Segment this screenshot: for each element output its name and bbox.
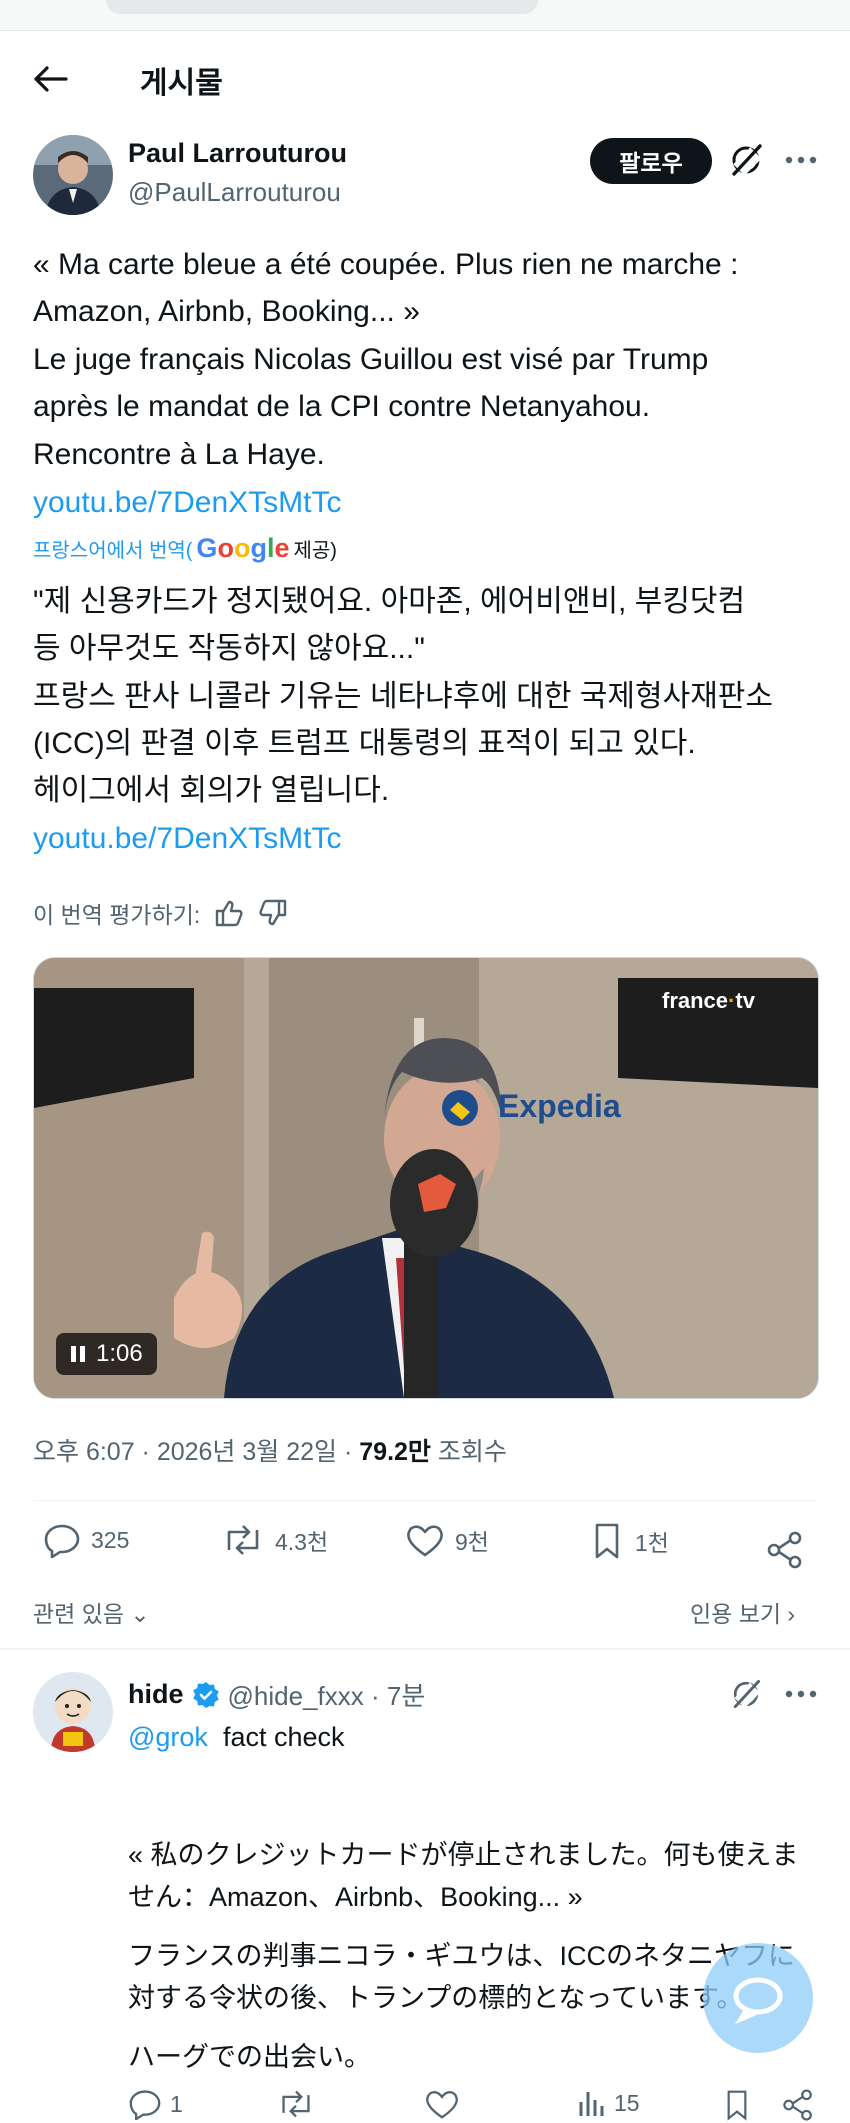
reply-text: fact check (222, 1722, 345, 1752)
reply-icon (129, 2090, 161, 2120)
repost-count: 4.3천 (275, 1529, 329, 1555)
translated-text-line: (ICC)의 판결 이후 트럼프 대통령의 표적이 되고 있다. (33, 727, 696, 760)
post-text-line: Le juge français Nicolas Guillou est vis… (33, 343, 709, 376)
more-icon[interactable] (784, 148, 818, 172)
bookmark-count: 1천 (635, 1530, 669, 1556)
translation-label[interactable]: 프랑스어에서 번역( (33, 534, 192, 563)
video-player[interactable]: france·tv Expedia 1:06 (33, 957, 819, 1399)
video-frame (34, 958, 818, 1398)
url-bar[interactable] (106, 0, 538, 14)
views-icon (579, 2092, 604, 2116)
translation-attribution[interactable]: 프랑스어에서 번역( Google 제공) (33, 533, 337, 564)
verified-badge-icon (192, 1681, 219, 1708)
view-quotes-link[interactable]: 인용 보기 › (690, 1595, 795, 1629)
post-text-line: Amazon, Airbnb, Booking... » (33, 295, 420, 328)
reply-header: hide @hide_fxxx · 7분 (128, 1676, 425, 1713)
video-duration-badge[interactable]: 1:06 (56, 1333, 157, 1375)
translated-text-line: 프랑스 판사 니콜라 기유는 네타냐후에 대한 국제형사재판소 (33, 680, 774, 713)
like-count: 9천 (455, 1529, 489, 1555)
translation-suffix: 제공) (293, 540, 337, 562)
view-count: 79.2만 (359, 1438, 431, 1466)
divider (33, 1500, 817, 1501)
reply-quote-line: せん：Amazon、Airbnb、Booking... » (128, 1882, 583, 1912)
status-bar (0, 0, 850, 31)
post-timestamp[interactable]: 오후 6:07 · 2026년 3월 22일 · (33, 1438, 359, 1466)
reply-view-count: 15 (614, 2089, 640, 2116)
repost-icon (227, 1525, 259, 1555)
translated-text-line: "제 신용카드가 정지됐어요. 아마존, 에어비앤비, 부킹닷컴 (33, 585, 746, 618)
rate-label: 이 번역 평가하기: (33, 902, 201, 928)
grok-mention[interactable]: @grok (128, 1722, 208, 1752)
reply-reply-button[interactable]: 1 (128, 2088, 183, 2120)
reply-handle-time[interactable]: @hide_fxxx · 7분 (228, 1676, 426, 1713)
author-handle[interactable]: @PaulLarrouturou (128, 177, 341, 208)
share-icon[interactable] (780, 2088, 816, 2122)
post-meta: 오후 6:07 · 2026년 3월 22일 · 79.2만 조회수 (33, 1432, 507, 1468)
bookmark-icon (595, 1523, 619, 1559)
rate-translation: 이 번역 평가하기: (33, 896, 288, 930)
post-text-line: « Ma carte bleue a été coupée. Plus rien… (33, 248, 739, 281)
thumbs-down-icon[interactable] (258, 899, 288, 927)
repost-icon[interactable] (276, 2088, 316, 2120)
reply-avatar[interactable] (33, 1672, 113, 1752)
reply-icon (44, 1524, 80, 1558)
reply-quote-line: ハーグでの出会い。 (128, 2042, 371, 2072)
chevron-right-icon: › (781, 1601, 796, 1627)
related-label: 관련 있음 (33, 1601, 125, 1627)
action-bar: 325 4.3천 9천 1천 (33, 1522, 817, 1578)
share-icon[interactable] (765, 1530, 805, 1570)
view-count-label: 조회수 (430, 1438, 507, 1466)
compose-fab[interactable] (703, 1943, 813, 2053)
reply-reply-count: 1 (170, 2090, 183, 2117)
pause-icon[interactable] (70, 1344, 86, 1364)
quotes-label: 인용 보기 (690, 1601, 782, 1627)
post-text-line: après le mandat de la CPI contre Netanya… (33, 390, 651, 423)
chevron-down-icon: ⌄ (124, 1601, 150, 1627)
translated-text-line: 헤이그에서 회의가 열립니다. (33, 774, 390, 807)
translated-text-line: 등 아무것도 작동하지 않아요..." (33, 632, 425, 665)
reply-quote-line: フランスの判事ニコラ・ギユウは、ICCのネタニヤフに (128, 1941, 795, 1971)
google-logo: Google (196, 533, 290, 563)
video-duration: 1:06 (96, 1340, 143, 1367)
back-arrow-icon[interactable] (32, 64, 68, 94)
heart-icon (407, 1525, 443, 1557)
grok-icon[interactable] (728, 1676, 764, 1712)
follow-button[interactable]: 팔로우 (590, 138, 712, 184)
reply-count: 325 (91, 1526, 130, 1553)
author-avatar[interactable] (33, 135, 113, 215)
thumbs-up-icon[interactable] (214, 899, 244, 927)
reply-views-button[interactable]: 15 (576, 2088, 640, 2118)
repost-button[interactable]: 4.3천 (221, 1522, 328, 1558)
chat-bubble-icon (733, 1977, 783, 2025)
bookmark-button[interactable]: 1천 (589, 1522, 669, 1560)
expedia-logo: Expedia (498, 1088, 621, 1124)
reply-quote-line: 対する令状の後、トランプの標的となっています。 (128, 1983, 744, 2013)
bookmark-icon[interactable] (722, 2088, 752, 2122)
reply-author-name[interactable]: hide (128, 1679, 184, 1710)
author-name[interactable]: Paul Larrouturou (128, 138, 347, 169)
post-link[interactable]: youtu.be/7DenXTsMtTc (33, 479, 341, 526)
translated-link[interactable]: youtu.be/7DenXTsMtTc (33, 815, 341, 862)
heart-icon[interactable] (424, 2088, 460, 2120)
post-text-line: Rencontre à La Haye. (33, 438, 325, 471)
like-button[interactable]: 9천 (405, 1522, 489, 1558)
related-toggle[interactable]: 관련 있음 ⌄ (33, 1595, 150, 1629)
reply-first-line: @grok fact check (128, 1716, 345, 1758)
reply-quote-line: « 私のクレジットカードが停止されました。何も使えま (128, 1840, 799, 1870)
francetv-logo: france·tv (662, 988, 755, 1013)
section-divider (0, 1648, 850, 1650)
grok-icon[interactable] (726, 140, 766, 180)
more-icon[interactable] (784, 1682, 818, 1706)
page-title: 게시물 (140, 67, 223, 100)
reply-button[interactable]: 325 (43, 1522, 129, 1558)
